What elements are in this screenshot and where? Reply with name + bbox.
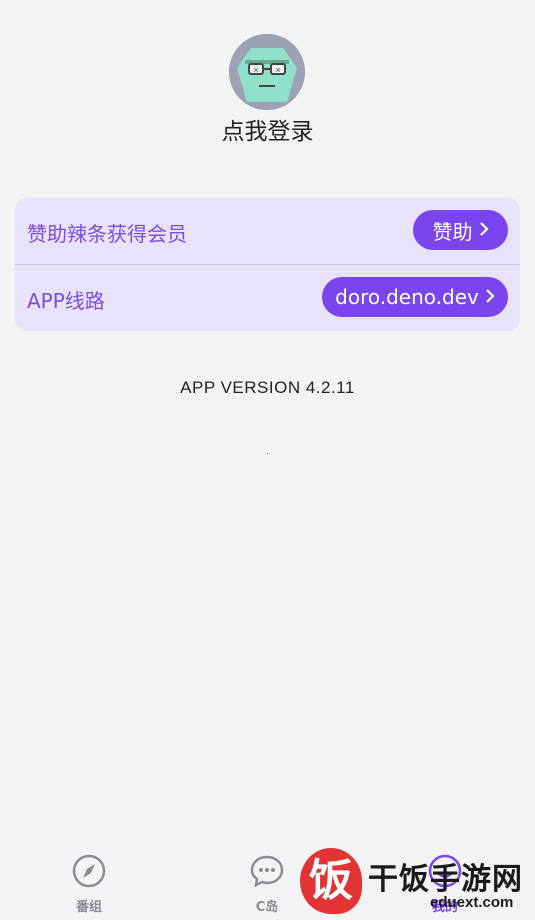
login-link[interactable]: 点我登录 xyxy=(0,112,535,146)
sponsor-button-label: 赞助 xyxy=(432,219,473,244)
stray-dot xyxy=(267,453,268,454)
watermark-title: 干饭手游网 xyxy=(368,862,523,897)
chat-bubble-icon xyxy=(227,853,307,894)
tab-c-island[interactable]: C岛 xyxy=(227,853,307,915)
tab-label: 番组 xyxy=(75,900,102,915)
watermark-url: eduext.com xyxy=(430,894,514,911)
avatar[interactable]: × × xyxy=(229,34,305,110)
tab-fanzu[interactable]: 番组 xyxy=(49,853,129,915)
app-version: APP VERSION 4.2.11 xyxy=(180,378,355,397)
route-row-label: APP线路 xyxy=(27,289,105,313)
chevron-right-icon xyxy=(485,285,495,309)
watermark-logo: 饭 xyxy=(300,848,362,914)
doro-face-icon: × × xyxy=(229,34,305,110)
chevron-right-icon xyxy=(479,218,489,242)
sponsor-button[interactable]: 赞助 xyxy=(413,210,508,250)
watermark: 饭 干饭手游网 eduext.com xyxy=(300,848,530,916)
route-button-label: doro.deno.dev xyxy=(335,285,479,309)
sponsor-row-label: 赞助辣条获得会员 xyxy=(27,222,187,246)
route-select-button[interactable]: doro.deno.dev xyxy=(322,277,508,317)
route-row[interactable]: APP线路 doro.deno.dev xyxy=(15,265,520,331)
tab-label: C岛 xyxy=(255,900,279,915)
svg-text:×: × xyxy=(253,65,258,75)
settings-card: 赞助辣条获得会员 赞助 APP线路 doro.deno.dev xyxy=(15,198,520,331)
svg-text:×: × xyxy=(275,65,280,75)
sponsor-row[interactable]: 赞助辣条获得会员 赞助 xyxy=(15,198,520,265)
compass-icon xyxy=(49,853,129,894)
